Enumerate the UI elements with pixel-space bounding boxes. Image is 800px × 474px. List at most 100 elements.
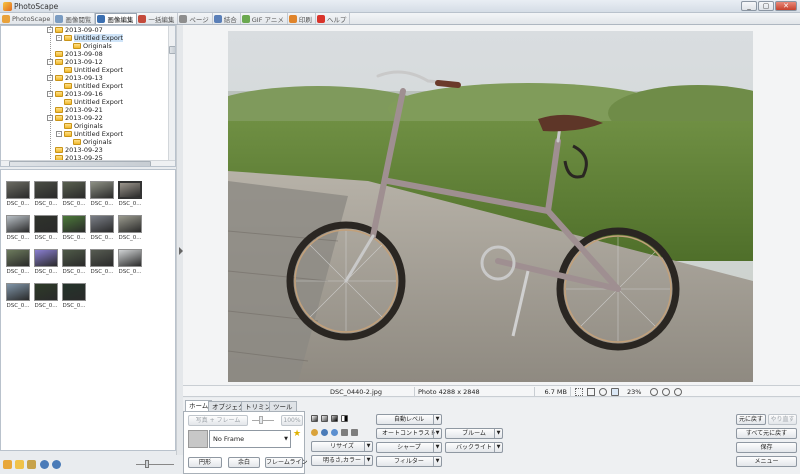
tree-toggle-icon[interactable]: - — [56, 35, 62, 41]
thumbnail-image[interactable] — [90, 215, 114, 233]
thumbnail-size-slider-track[interactable] — [136, 464, 174, 465]
thumbnail-image[interactable] — [6, 249, 30, 267]
thumbnail-image[interactable] — [62, 215, 86, 233]
panel-splitter[interactable] — [176, 25, 183, 455]
contrast-icon[interactable] — [331, 415, 338, 422]
tree-hscroll-thumb[interactable] — [9, 161, 151, 166]
tree-toggle-icon[interactable]: - — [47, 115, 53, 121]
thumbnail-image[interactable] — [6, 283, 30, 301]
menu-button[interactable]: メニュー — [736, 456, 797, 467]
tree-scroll-thumb[interactable] — [169, 46, 175, 54]
thumbnail-image[interactable] — [118, 181, 142, 199]
tab-editor[interactable]: 画像編集 — [95, 13, 138, 24]
opacity-slider-thumb[interactable] — [259, 416, 263, 424]
rotate-left-icon[interactable] — [311, 429, 318, 436]
zoom-in-icon[interactable] — [650, 388, 658, 396]
photoscape-small-icon[interactable] — [3, 460, 12, 469]
tree-item[interactable]: Untitled Export — [56, 66, 123, 74]
tab-gif[interactable]: GIF アニメ — [241, 13, 288, 24]
brightness-icon[interactable] — [311, 415, 318, 422]
tree-item[interactable]: - Untitled Export — [56, 130, 123, 138]
darken-icon[interactable] — [321, 415, 328, 422]
backlight-button[interactable]: バックライト ▼ — [445, 442, 503, 453]
tree-item[interactable]: - 2013-09-16 — [47, 90, 103, 98]
image-viewer[interactable] — [183, 25, 800, 385]
thumbnail-image[interactable] — [90, 249, 114, 267]
tree-item[interactable]: Originals — [56, 122, 103, 130]
thumbnail-image[interactable] — [34, 249, 58, 267]
tree-toggle-icon[interactable]: - — [47, 91, 53, 97]
tree-item[interactable]: - 2013-09-07 — [47, 26, 103, 34]
back-arrow-icon[interactable] — [40, 460, 49, 469]
thumbnail-image[interactable] — [34, 181, 58, 199]
round-button[interactable]: 円形 — [188, 457, 222, 468]
thumbnail-image[interactable] — [90, 181, 114, 199]
thumbnail-image[interactable] — [62, 181, 86, 199]
tree-item[interactable]: Originals — [65, 138, 112, 146]
tree-item[interactable]: - 2013-09-13 — [47, 74, 103, 82]
tree-item[interactable]: 2013-09-08 — [47, 50, 103, 58]
tab-photoscape[interactable]: PhotoScape — [1, 13, 55, 24]
tab-combine[interactable]: 結合 — [213, 13, 241, 24]
star-icon[interactable]: ★ — [293, 429, 301, 439]
tree-toggle-icon[interactable]: - — [47, 27, 53, 33]
tree-item[interactable]: - 2013-09-12 — [47, 58, 103, 66]
fit-icon[interactable] — [575, 388, 583, 396]
tab-page[interactable]: ページ — [178, 13, 213, 24]
tab-viewer[interactable]: 画像閲覧 — [54, 13, 96, 24]
zoom-window-icon[interactable] — [611, 388, 619, 396]
photo-frame-button[interactable]: 写真 + フレーム — [188, 415, 248, 426]
thumbnail-image[interactable] — [118, 215, 142, 233]
tree-horizontal-scrollbar[interactable] — [1, 160, 175, 166]
invert-icon[interactable] — [341, 415, 348, 422]
resize-button[interactable]: リサイズ ▼ — [311, 441, 373, 452]
redo-button[interactable]: やり直す — [768, 414, 797, 425]
maximize-button[interactable]: ▢ — [758, 1, 774, 11]
actual-size-icon[interactable] — [587, 388, 595, 396]
brightness-color-button[interactable]: 明るさ,カラー ▼ — [311, 455, 373, 466]
tree-item[interactable]: Untitled Export — [56, 98, 123, 106]
tree-toggle-icon[interactable]: - — [47, 75, 53, 81]
rotate-icon[interactable] — [331, 429, 338, 436]
zoom-out-icon[interactable] — [662, 388, 670, 396]
tree-item[interactable]: 2013-09-23 — [47, 146, 103, 154]
opacity-slider-track[interactable] — [252, 420, 274, 421]
tab-batch[interactable]: 一括編集 — [137, 13, 179, 24]
tree-item[interactable]: - 2013-09-22 — [47, 114, 103, 122]
tree-item[interactable]: - Untitled Export — [56, 34, 124, 42]
filter-button[interactable]: フィルター ▼ — [376, 456, 442, 467]
tree-item[interactable]: 2013-09-21 — [47, 106, 103, 114]
thumbnail-image[interactable] — [118, 249, 142, 267]
zoom-reset-icon[interactable] — [674, 388, 682, 396]
bloom-button[interactable]: ブルーム ▼ — [445, 428, 503, 439]
thumbnail-image[interactable] — [34, 283, 58, 301]
sharpen-button[interactable]: シャープ ▼ — [376, 442, 442, 453]
auto-level-button[interactable]: 自動レベル ▼ — [376, 414, 442, 425]
rotate-right-icon[interactable] — [321, 429, 328, 436]
close-button[interactable]: ✕ — [775, 1, 797, 11]
folder-settings-icon[interactable] — [15, 460, 24, 469]
thumbnail-image[interactable] — [6, 215, 30, 233]
tree-vertical-scrollbar[interactable] — [168, 26, 175, 160]
minimize-button[interactable]: _ — [741, 1, 757, 11]
tab-help[interactable]: ヘルプ — [316, 13, 351, 24]
auto-contrast-button[interactable]: オートコントラスト ▼ — [376, 428, 442, 439]
tree-item[interactable]: Untitled Export — [56, 82, 123, 90]
tree-toggle-icon[interactable]: - — [56, 131, 62, 137]
flip-horizontal-icon[interactable] — [341, 429, 348, 436]
undo-all-button[interactable]: すべて元に戻す — [736, 428, 797, 439]
save-button[interactable]: 保存 — [736, 442, 797, 453]
open-folder-icon[interactable] — [27, 460, 36, 469]
zoom-fit-icon[interactable] — [599, 388, 607, 396]
undo-button[interactable]: 元に戻す — [736, 414, 766, 425]
forward-arrow-icon[interactable] — [52, 460, 61, 469]
tree-toggle-icon[interactable]: - — [47, 59, 53, 65]
tree-item[interactable]: Originals — [65, 42, 112, 50]
frame-select[interactable]: No Frame ▼ — [209, 430, 291, 448]
tab-print[interactable]: 印刷 — [288, 13, 316, 24]
thumbnail-image[interactable] — [62, 249, 86, 267]
edited-photo-bicycle[interactable] — [228, 31, 753, 382]
margin-button[interactable]: 余白 — [228, 457, 260, 468]
flip-vertical-icon[interactable] — [351, 429, 358, 436]
thumbnail-image[interactable] — [6, 181, 30, 199]
